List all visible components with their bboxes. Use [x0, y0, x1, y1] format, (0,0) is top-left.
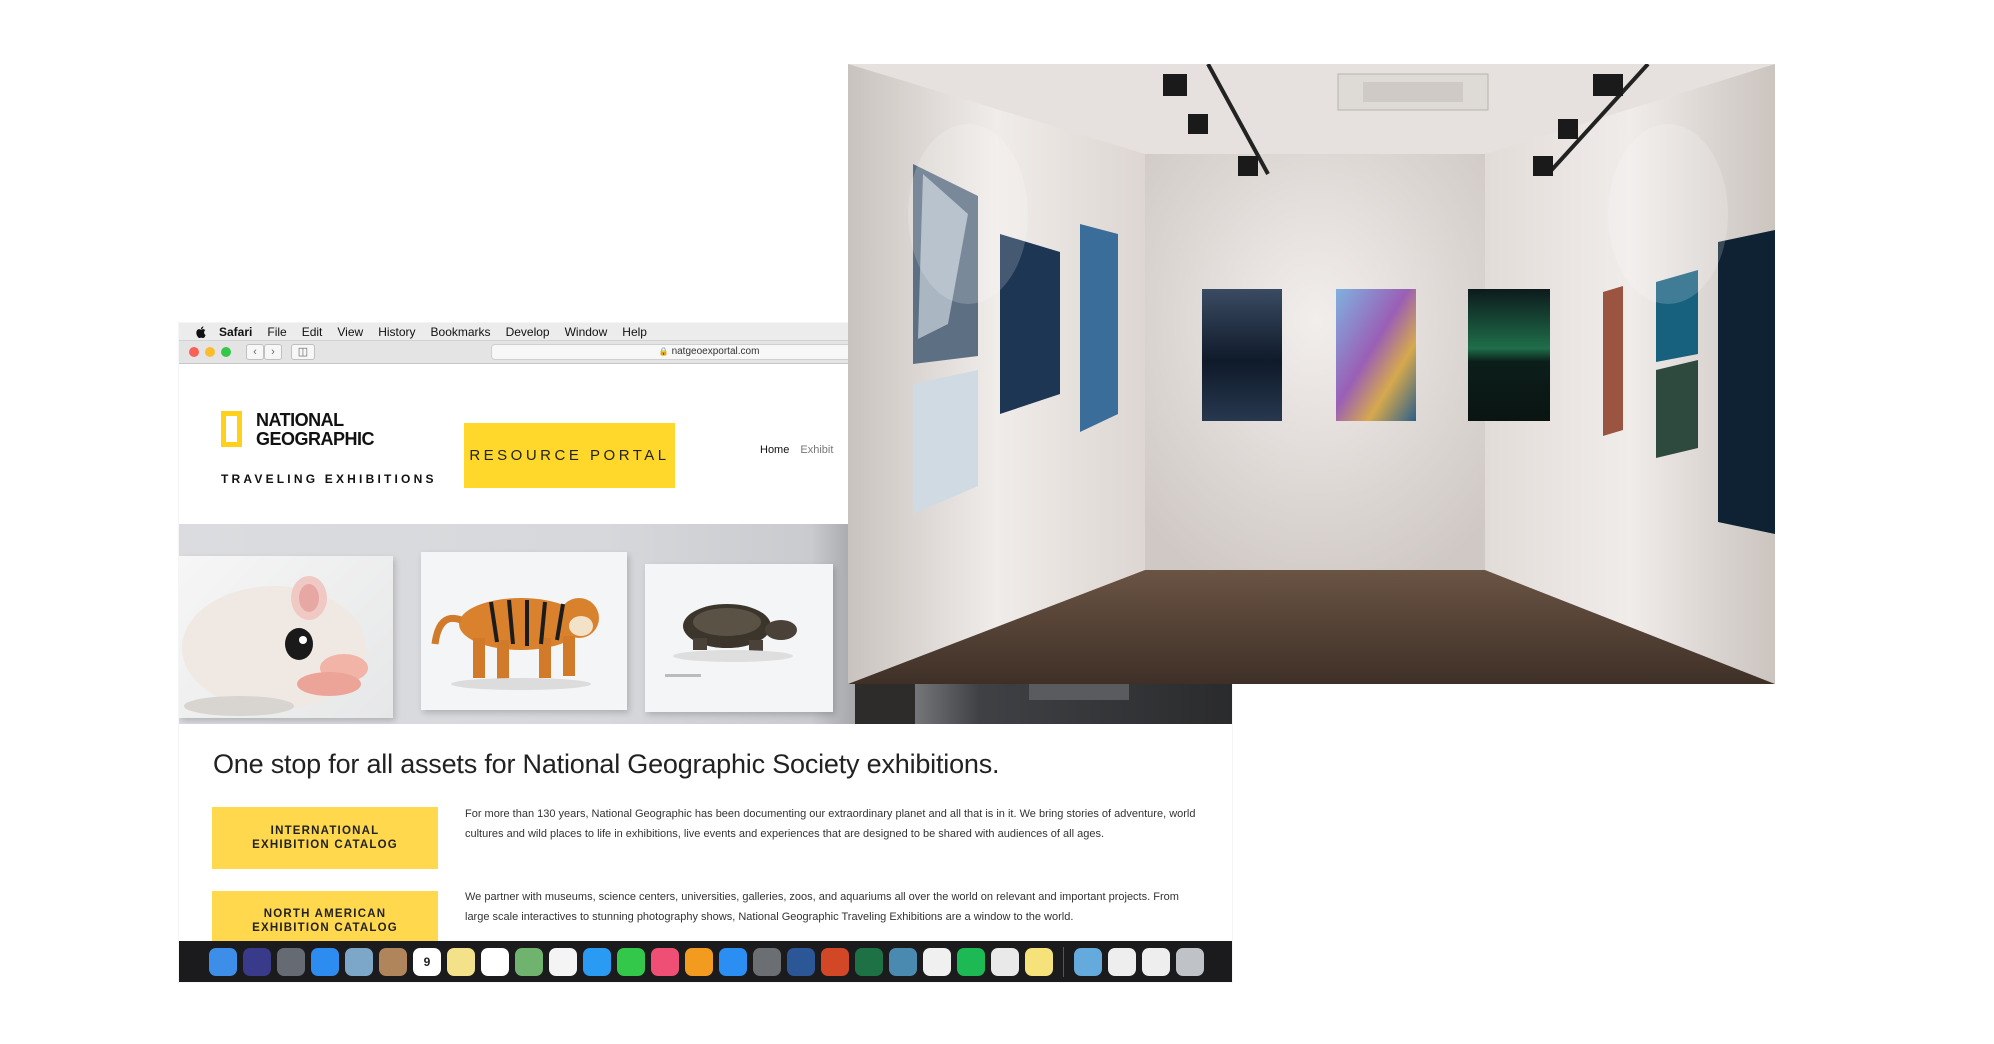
app-store-icon[interactable] — [719, 947, 747, 976]
logo-text-line1[interactable]: NATIONAL — [256, 410, 344, 431]
logo-text-line2[interactable]: GEOGRAPHIC — [256, 429, 375, 450]
gallery-room-illustration — [848, 64, 1775, 684]
menu-history[interactable]: History — [378, 325, 415, 339]
address-url: natgeoexportal.com — [671, 346, 760, 357]
menu-develop[interactable]: Develop — [506, 325, 550, 339]
turtle-photo-frame — [645, 564, 833, 712]
ibooks-icon[interactable] — [685, 947, 713, 976]
contacts-icon[interactable] — [379, 947, 407, 976]
network-icon[interactable] — [889, 947, 917, 976]
reminders-icon[interactable] — [481, 947, 509, 976]
slack-icon[interactable] — [923, 947, 951, 976]
menu-view[interactable]: View — [337, 325, 363, 339]
menu-file[interactable]: File — [267, 325, 286, 339]
page-headline: One stop for all assets for National Geo… — [213, 749, 1000, 779]
facetime-icon[interactable] — [617, 947, 645, 976]
intro-paragraph: For more than 130 years, National Geogra… — [465, 808, 1196, 840]
natgeo-logo-frame-icon[interactable] — [221, 411, 242, 447]
resource-portal-button[interactable]: RESOURCE PORTAL — [464, 423, 675, 488]
notes-icon[interactable] — [447, 947, 475, 976]
north-american-catalog-label-line2: EXHIBITION CATALOG — [252, 922, 398, 934]
main-nav: Home Exhibit — [760, 444, 833, 456]
maps-icon[interactable] — [515, 947, 543, 976]
nav-exhibitions[interactable]: Exhibit — [800, 444, 833, 456]
partners-paragraph: We partner with museums, science centers… — [465, 891, 1179, 923]
apple-icon[interactable] — [193, 325, 209, 338]
menu-window[interactable]: Window — [565, 325, 608, 339]
siri-icon[interactable] — [243, 947, 271, 976]
folder-icon[interactable] — [1074, 947, 1102, 976]
lock-icon: 🔒 — [658, 347, 669, 356]
international-catalog-label-line2: EXHIBITION CATALOG — [252, 839, 398, 851]
minimize-window-button[interactable] — [205, 347, 215, 357]
finder-icon[interactable] — [209, 947, 237, 976]
mac-dock: 9 — [179, 941, 1232, 982]
back-button[interactable]: ‹ — [246, 344, 264, 360]
photos-icon[interactable] — [549, 947, 577, 976]
calendar-icon[interactable]: 9 — [413, 947, 441, 976]
turtle-illustration — [665, 604, 797, 677]
excel-icon[interactable] — [855, 947, 883, 976]
sidebar-toggle-button[interactable]: ◫ — [291, 344, 315, 360]
safari-icon[interactable] — [311, 947, 339, 976]
word-icon[interactable] — [787, 947, 815, 976]
tiger-illustration — [431, 598, 599, 690]
north-american-catalog-label-line1: NORTH AMERICAN — [263, 908, 387, 920]
launchpad-icon[interactable] — [277, 947, 305, 976]
preview-icon[interactable] — [345, 947, 373, 976]
close-window-button[interactable] — [189, 347, 199, 357]
gallery-room-photo — [848, 64, 1775, 684]
hamster-illustration — [182, 576, 368, 716]
logo-tagline: TRAVELING EXHIBITIONS — [221, 472, 437, 486]
itunes-icon[interactable] — [651, 947, 679, 976]
menu-app-name[interactable]: Safari — [219, 325, 252, 339]
nav-home[interactable]: Home — [760, 444, 789, 456]
chrome-icon[interactable] — [991, 947, 1019, 976]
dock-separator — [1063, 946, 1064, 977]
international-catalog-button[interactable]: INTERNATIONAL EXHIBITION CATALOG — [212, 807, 438, 869]
powerpoint-icon[interactable] — [821, 947, 849, 976]
menu-help[interactable]: Help — [622, 325, 647, 339]
dark-photo-frame — [855, 680, 915, 724]
stickies-icon[interactable] — [1025, 947, 1053, 976]
messages-icon[interactable] — [583, 947, 611, 976]
tiger-photo-frame — [421, 552, 627, 710]
system-preferences-icon[interactable] — [753, 947, 781, 976]
trash-icon[interactable] — [1176, 947, 1204, 976]
window-icon[interactable] — [1108, 947, 1136, 976]
spotify-icon[interactable] — [957, 947, 985, 976]
zoom-window-button[interactable] — [221, 347, 231, 357]
forward-button[interactable]: › — [264, 344, 282, 360]
window-icon-2[interactable] — [1142, 947, 1170, 976]
menu-edit[interactable]: Edit — [302, 325, 323, 339]
international-catalog-label-line1: INTERNATIONAL — [270, 825, 380, 837]
hamster-photo-frame — [179, 556, 393, 718]
menu-bookmarks[interactable]: Bookmarks — [431, 325, 491, 339]
